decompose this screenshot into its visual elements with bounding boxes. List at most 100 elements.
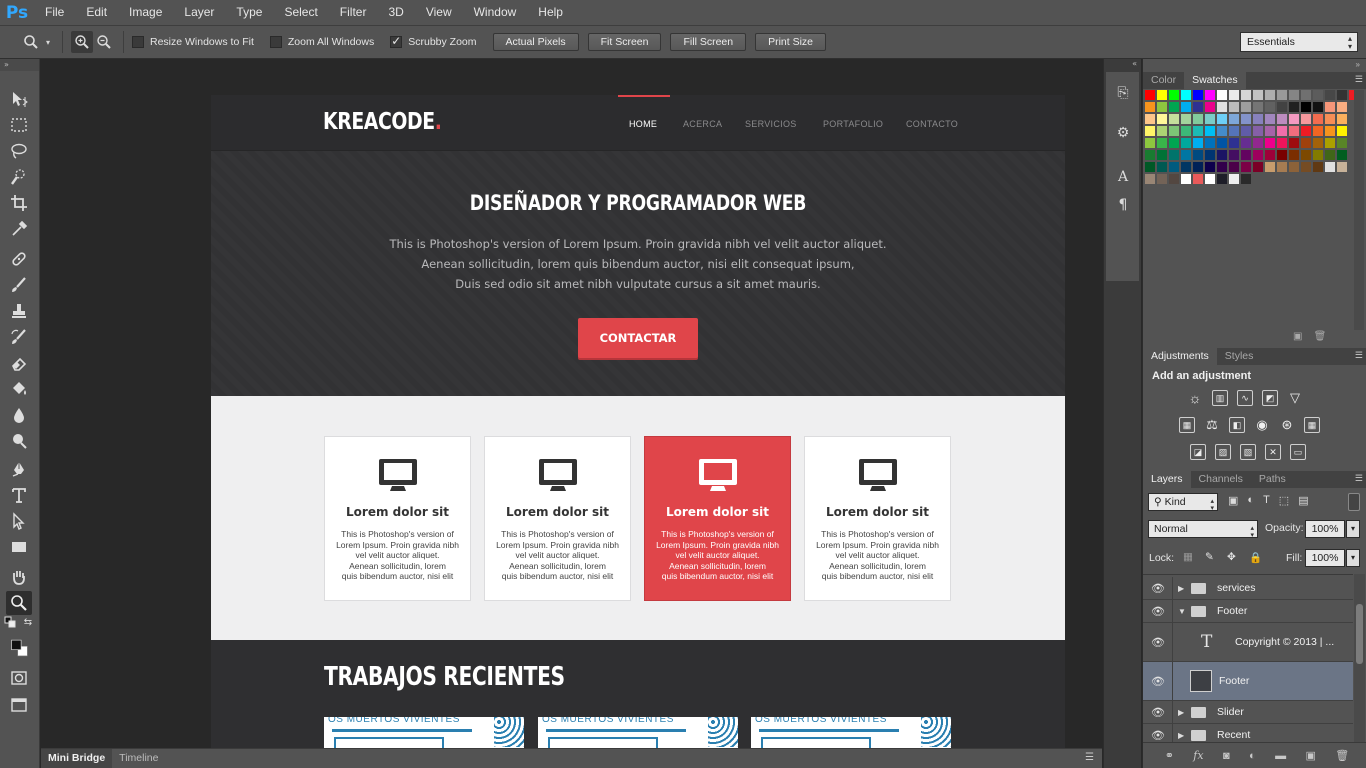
expand-arrow-icon[interactable]: ▶ bbox=[1178, 584, 1184, 593]
swatch[interactable] bbox=[1313, 150, 1323, 160]
quick-mask-icon[interactable] bbox=[6, 666, 32, 690]
menu-select[interactable]: Select bbox=[273, 0, 328, 25]
layer-row-footer-shape[interactable]: 👁 Footer bbox=[1143, 662, 1353, 701]
visibility-eye-icon[interactable]: 👁 bbox=[1151, 636, 1165, 649]
swatch[interactable] bbox=[1157, 162, 1167, 172]
default-colors-icon[interactable] bbox=[4, 616, 18, 628]
swatch[interactable] bbox=[1169, 126, 1179, 136]
menu-image[interactable]: Image bbox=[118, 0, 173, 25]
move-tool-icon[interactable] bbox=[6, 87, 32, 111]
fill-input[interactable]: 100% bbox=[1305, 549, 1345, 567]
blur-tool-icon[interactable] bbox=[6, 403, 32, 427]
fx-icon[interactable]: fx bbox=[1193, 749, 1203, 762]
zoom-in-icon[interactable] bbox=[71, 31, 93, 53]
swatch[interactable] bbox=[1193, 162, 1203, 172]
swatch[interactable] bbox=[1325, 126, 1335, 136]
swatch[interactable] bbox=[1265, 114, 1275, 124]
swatches-grid[interactable] bbox=[1145, 90, 1359, 190]
blend-mode-select[interactable]: Normal ▴ ▾ bbox=[1148, 520, 1258, 539]
swatch[interactable] bbox=[1241, 138, 1251, 148]
swatch[interactable] bbox=[1157, 114, 1167, 124]
print-size-button[interactable]: Print Size bbox=[755, 33, 827, 51]
scrollbar-thumb[interactable] bbox=[1356, 604, 1363, 664]
menu-3d[interactable]: 3D bbox=[377, 0, 414, 25]
swatch[interactable] bbox=[1145, 138, 1155, 148]
fill-screen-button[interactable]: Fill Screen bbox=[670, 33, 747, 51]
type-tool-icon[interactable] bbox=[6, 483, 32, 507]
swatch[interactable] bbox=[1193, 102, 1203, 112]
workspace-select[interactable]: Essentials ▴ ▾ bbox=[1240, 32, 1358, 52]
swatch[interactable] bbox=[1241, 102, 1251, 112]
swatch[interactable] bbox=[1145, 150, 1155, 160]
path-selection-tool-icon[interactable] bbox=[6, 509, 32, 533]
swatch[interactable] bbox=[1337, 126, 1347, 136]
swatch[interactable] bbox=[1217, 126, 1227, 136]
swatch[interactable] bbox=[1325, 102, 1335, 112]
swatch[interactable] bbox=[1205, 90, 1215, 100]
swatch[interactable] bbox=[1241, 126, 1251, 136]
swatch[interactable] bbox=[1229, 138, 1239, 148]
swatch[interactable] bbox=[1145, 90, 1155, 100]
document-canvas[interactable]: KREACODE. HOME ACERCA SERVICIOS PORTAFOL… bbox=[211, 95, 1065, 748]
selective-color-icon[interactable]: ✕ bbox=[1265, 444, 1281, 460]
swatch[interactable] bbox=[1181, 162, 1191, 172]
checkbox-box-checked[interactable] bbox=[390, 34, 403, 48]
swatch[interactable] bbox=[1313, 138, 1323, 148]
menu-filter[interactable]: Filter bbox=[329, 0, 378, 25]
zoom-out-icon[interactable] bbox=[93, 31, 115, 53]
swatch[interactable] bbox=[1205, 174, 1215, 184]
swatch[interactable] bbox=[1181, 114, 1191, 124]
collapse-dock-icon[interactable]: « bbox=[1132, 59, 1137, 68]
tab-channels[interactable]: Channels bbox=[1191, 471, 1251, 488]
swatch[interactable] bbox=[1169, 174, 1179, 184]
visibility-eye-icon[interactable]: 👁 bbox=[1151, 706, 1165, 719]
layers-scrollbar[interactable] bbox=[1354, 574, 1365, 742]
swatch[interactable] bbox=[1325, 90, 1335, 100]
collapse-arrow-icon[interactable]: ▼ bbox=[1178, 607, 1186, 616]
swatch[interactable] bbox=[1241, 114, 1251, 124]
new-swatch-icon[interactable]: ▣ bbox=[1293, 331, 1302, 342]
swatch[interactable] bbox=[1169, 90, 1179, 100]
menu-layer[interactable]: Layer bbox=[173, 0, 225, 25]
lock-transparent-icon[interactable]: ▦ bbox=[1183, 551, 1193, 563]
swap-colors-icon[interactable]: ⇆ bbox=[22, 616, 34, 628]
checkbox-box[interactable] bbox=[269, 36, 282, 48]
swatch[interactable] bbox=[1145, 162, 1155, 172]
swatch[interactable] bbox=[1277, 126, 1287, 136]
swatch[interactable] bbox=[1193, 174, 1203, 184]
menu-window[interactable]: Window bbox=[463, 0, 528, 25]
swatch[interactable] bbox=[1217, 162, 1227, 172]
filter-adjustment-icon[interactable]: ◐ bbox=[1247, 494, 1254, 507]
layer-row-services[interactable]: 👁 ▶ services bbox=[1143, 577, 1353, 600]
black-white-icon[interactable]: ◧ bbox=[1229, 417, 1245, 433]
swatch[interactable] bbox=[1145, 114, 1155, 124]
swatch[interactable] bbox=[1217, 114, 1227, 124]
layer-row-copyright-text[interactable]: 👁 T Copyright © 2013 | ... bbox=[1143, 623, 1353, 662]
properties-panel-icon[interactable]: ⚙ bbox=[1114, 124, 1132, 142]
swatch[interactable] bbox=[1253, 126, 1263, 136]
document-canvas-area[interactable]: KREACODE. HOME ACERCA SERVICIOS PORTAFOL… bbox=[41, 59, 1102, 748]
photo-filter-icon[interactable]: ◉ bbox=[1254, 417, 1270, 433]
swatch[interactable] bbox=[1205, 102, 1215, 112]
swatch[interactable] bbox=[1301, 126, 1311, 136]
swatch[interactable] bbox=[1265, 150, 1275, 160]
swatch[interactable] bbox=[1301, 138, 1311, 148]
preset-dropdown-icon[interactable]: ▾ bbox=[42, 31, 54, 53]
swatch[interactable] bbox=[1301, 162, 1311, 172]
layer-row-footer-group[interactable]: 👁 ▼ Footer bbox=[1143, 600, 1353, 623]
swatch[interactable] bbox=[1253, 114, 1263, 124]
history-panel-icon[interactable]: ⎘ bbox=[1114, 84, 1132, 102]
swatch[interactable] bbox=[1205, 138, 1215, 148]
visibility-eye-icon[interactable]: 👁 bbox=[1151, 605, 1165, 618]
eraser-tool-icon[interactable] bbox=[6, 351, 32, 375]
tab-timeline[interactable]: Timeline bbox=[112, 749, 165, 768]
swatch[interactable] bbox=[1205, 126, 1215, 136]
add-mask-icon[interactable]: ◙ bbox=[1223, 750, 1230, 762]
swatch[interactable] bbox=[1313, 102, 1323, 112]
zoom-tool-preset-icon[interactable] bbox=[20, 31, 42, 53]
swatch[interactable] bbox=[1157, 126, 1167, 136]
posterize-icon[interactable]: ▨ bbox=[1215, 444, 1231, 460]
swatch[interactable] bbox=[1265, 90, 1275, 100]
swatch[interactable] bbox=[1289, 102, 1299, 112]
tab-mini-bridge[interactable]: Mini Bridge bbox=[41, 749, 113, 768]
